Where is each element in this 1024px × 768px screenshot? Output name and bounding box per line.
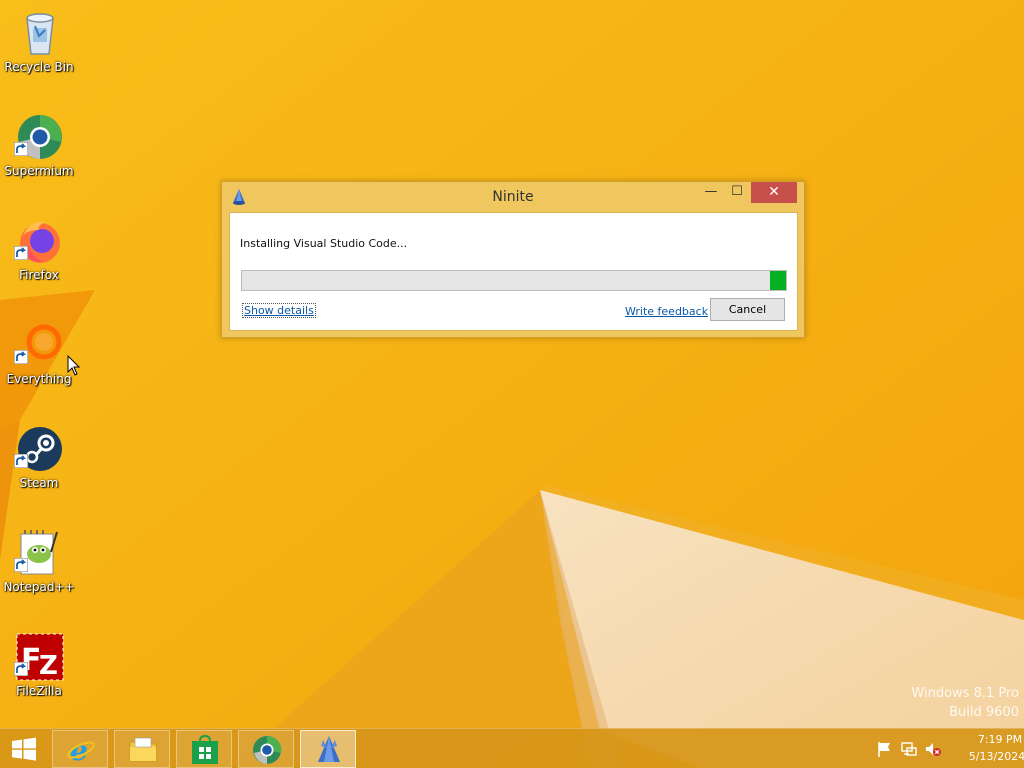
desktop-icon-firefox[interactable]: Firefox (2, 212, 76, 308)
desktop-icon-label: Notepad++ (3, 580, 75, 594)
desktop-icon-notepadpp[interactable]: Notepad++ (2, 524, 76, 620)
cancel-button[interactable]: Cancel (710, 298, 785, 321)
network-icon[interactable] (900, 740, 918, 758)
desktop-icon-label: FileZilla (16, 684, 62, 698)
show-details-link[interactable]: Show details (242, 303, 316, 318)
shortcut-arrow-icon (14, 246, 28, 260)
desktop-icon-recycle-bin[interactable]: Recycle Bin (2, 4, 76, 100)
maximize-button[interactable]: ☐ (724, 182, 750, 203)
internet-explorer-icon: e (67, 734, 95, 766)
volume-muted-icon[interactable] (924, 740, 942, 758)
windows-logo-icon (12, 737, 36, 761)
shortcut-arrow-icon (14, 454, 28, 468)
install-status-text: Installing Visual Studio Code... (240, 237, 408, 250)
close-button[interactable]: ✕ (751, 182, 797, 203)
taskbar-item-supermium[interactable] (238, 730, 294, 768)
taskbar[interactable]: e 7:19 PM 5/13/2024 (0, 728, 1024, 768)
desktop-icon-label: Supermium (4, 164, 74, 178)
progress-bar (241, 270, 787, 291)
progress-fill (770, 271, 786, 290)
watermark-edition: Windows 8.1 Pro (911, 686, 1019, 701)
shortcut-arrow-icon (14, 350, 28, 364)
minimize-button[interactable]: — (698, 182, 724, 203)
title-bar[interactable]: Ninite — ☐ ✕ (222, 182, 804, 212)
clock-date[interactable]: 5/13/2024 (964, 750, 1024, 763)
shortcut-arrow-icon (14, 662, 28, 676)
folder-icon (129, 737, 157, 762)
clock-time[interactable]: 7:19 PM (976, 733, 1024, 746)
shortcut-arrow-icon (14, 142, 28, 156)
taskbar-item-file-explorer[interactable] (114, 730, 170, 768)
system-tray[interactable]: 7:19 PM 5/13/2024 (864, 729, 1024, 768)
write-feedback-link[interactable]: Write feedback (625, 305, 708, 318)
desktop-icon-supermium[interactable]: Supermium (2, 108, 76, 204)
desktop-icon-label: Steam (19, 476, 59, 490)
taskbar-item-internet-explorer[interactable]: e (52, 730, 108, 768)
shortcut-arrow-icon (14, 558, 28, 572)
windows-watermark: Windows 8.1 Pro Build 9600 (911, 684, 1019, 722)
mouse-cursor-icon (67, 355, 81, 376)
desktop-icon-label: Recycle Bin (4, 60, 74, 74)
recycle-bin-icon (26, 13, 54, 55)
svg-text:Z: Z (39, 651, 58, 681)
store-icon (192, 734, 218, 764)
desktop-icon-label: Everything (6, 372, 72, 386)
desktop-icon-everything[interactable]: Everything (2, 316, 76, 412)
taskbar-item-ninite[interactable] (300, 730, 356, 768)
start-button[interactable] (0, 729, 48, 768)
action-center-flag-icon[interactable] (876, 740, 894, 758)
ninite-window[interactable]: Ninite — ☐ ✕ Installing Visual Studio Co… (221, 181, 805, 338)
window-content: Installing Visual Studio Code... Show de… (229, 212, 798, 331)
desktop-icon-label: Firefox (19, 268, 59, 282)
ninite-icon (318, 736, 340, 762)
taskbar-item-store[interactable] (176, 730, 232, 768)
desktop-icon-steam[interactable]: Steam (2, 420, 76, 516)
supermium-icon (253, 735, 282, 764)
desktop-icon-filezilla[interactable]: F Z FileZilla (2, 628, 76, 724)
wallpaper (0, 0, 1024, 768)
desktop[interactable]: Recycle Bin Supermium Firefox Everything… (0, 0, 1024, 768)
watermark-build: Build 9600 (949, 705, 1019, 720)
